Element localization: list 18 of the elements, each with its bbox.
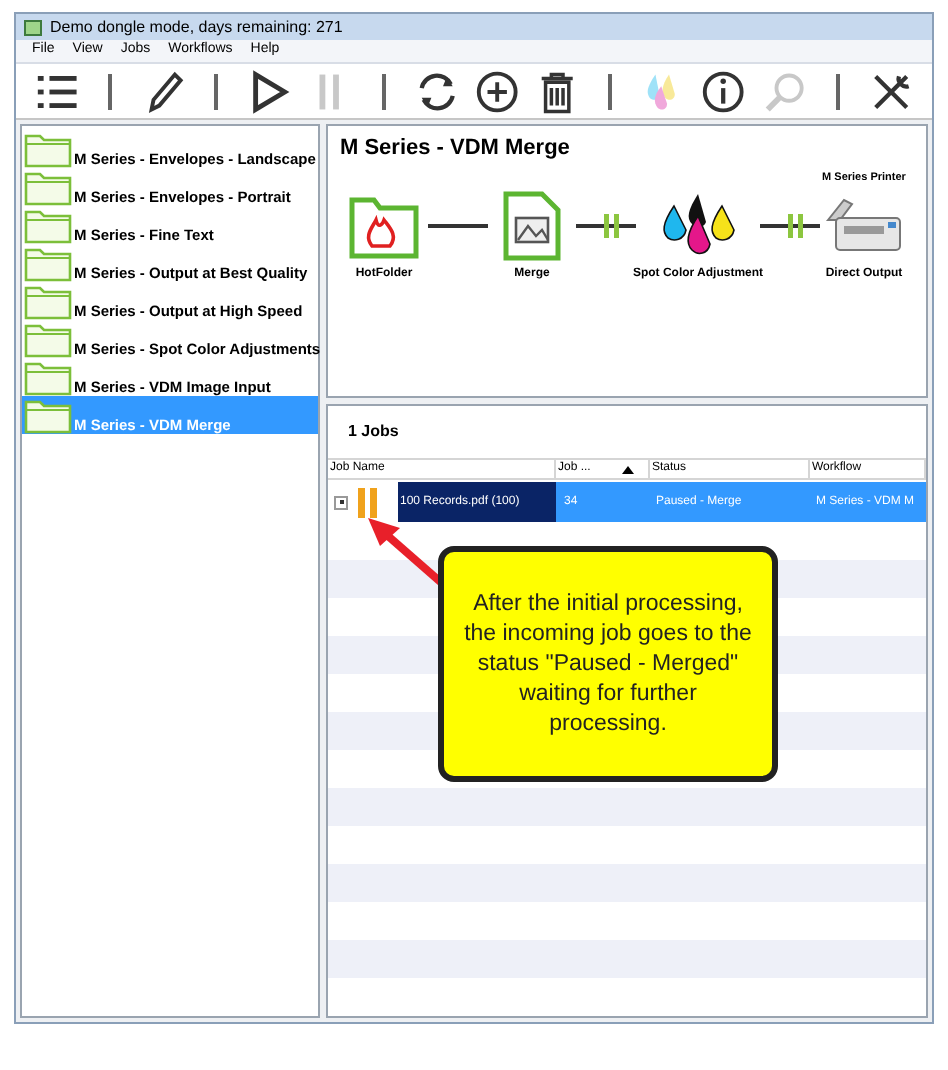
folder-icon — [24, 132, 72, 168]
callout: After the initial processing, the incoming job goes to the status "Paused - Merged" waiting for further processing. — [438, 546, 778, 782]
sort-arrow-icon — [622, 465, 634, 473]
folder-icon — [24, 360, 72, 396]
info-icon[interactable] — [698, 67, 750, 115]
jobs-count: 1 Jobs — [348, 420, 399, 444]
workflow-title: M Series - VDM Merge — [340, 134, 570, 164]
folder-icon — [24, 246, 72, 282]
merge-document-icon[interactable] — [502, 189, 562, 261]
add-icon[interactable] — [471, 67, 523, 115]
folder-icon — [24, 398, 72, 434]
expand-toggle[interactable] — [334, 495, 348, 509]
window-title: Demo dongle mode, days remaining: 271 — [50, 15, 343, 39]
app-icon — [24, 19, 42, 35]
folder-icon — [24, 284, 72, 320]
folder-icon — [24, 170, 72, 206]
folder-icon — [24, 322, 72, 358]
folder-icon — [24, 208, 72, 244]
